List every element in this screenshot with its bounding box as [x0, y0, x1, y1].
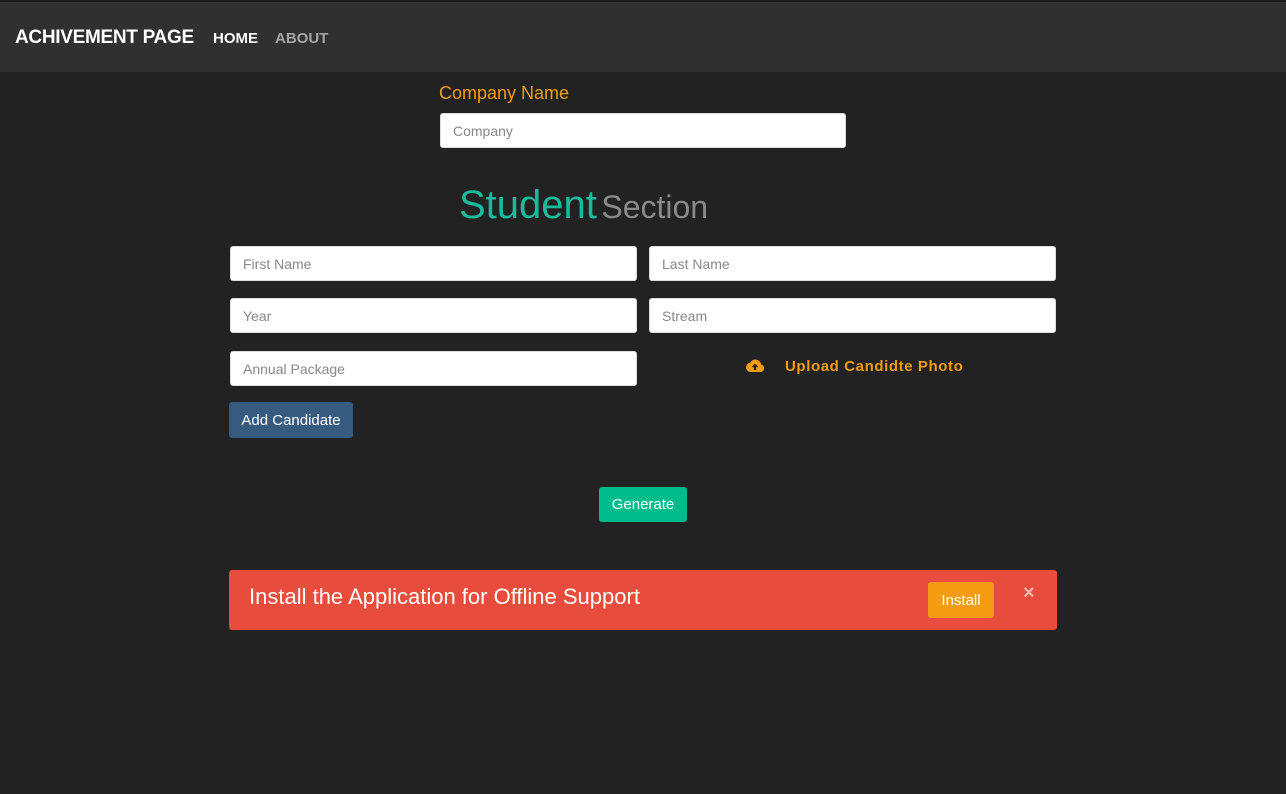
add-candidate-button[interactable]: Add Candidate [229, 402, 353, 438]
brand-title[interactable]: ACHIVEMENT PAGE [15, 27, 194, 49]
generate-button[interactable]: Generate [599, 487, 687, 522]
last-name-input[interactable] [649, 246, 1056, 281]
install-alert: Install the Application for Offline Supp… [229, 570, 1057, 630]
section-title-primary: Student [459, 183, 597, 227]
nav-link-home[interactable]: HOME [213, 30, 258, 47]
section-title-secondary: Section [601, 189, 709, 225]
install-alert-message: Install the Application for Offline Supp… [249, 584, 640, 609]
nav-link-about[interactable]: ABOUT [275, 30, 328, 47]
first-name-input[interactable] [230, 246, 637, 281]
stream-input[interactable] [649, 298, 1056, 333]
upload-photo-button[interactable]: Upload Candidte Photo [745, 357, 963, 375]
install-button[interactable]: Install [928, 582, 994, 618]
top-navbar: ACHIVEMENT PAGE HOME ABOUT [0, 0, 1286, 72]
upload-photo-label: Upload Candidte Photo [785, 357, 964, 375]
year-input[interactable] [230, 298, 637, 333]
company-name-label: Company Name [439, 83, 570, 103]
annual-package-input[interactable] [230, 351, 637, 386]
company-input[interactable] [440, 113, 846, 148]
section-title: Student Section [459, 183, 708, 228]
cloud-upload-icon [746, 359, 765, 372]
close-icon[interactable]: × [1023, 582, 1035, 605]
